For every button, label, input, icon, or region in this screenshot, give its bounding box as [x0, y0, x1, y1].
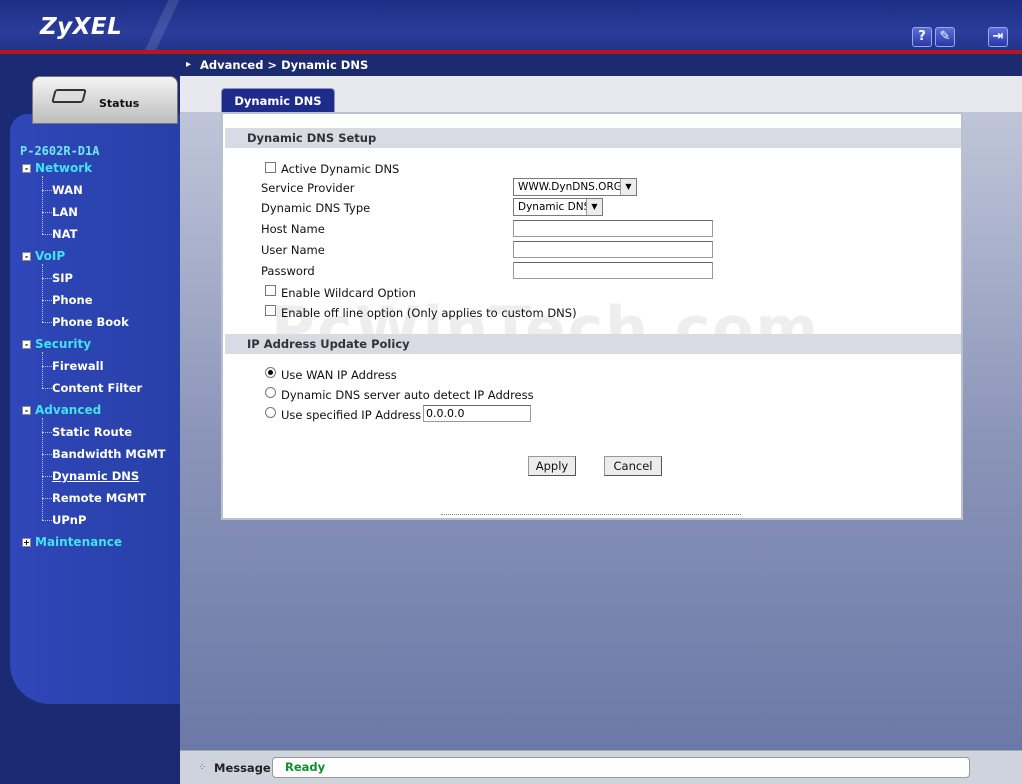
tree-tick	[42, 388, 52, 389]
sidebar-item-phone-book[interactable]: Phone Book	[52, 315, 129, 329]
message-box: Ready	[272, 757, 970, 778]
tree-tick	[42, 520, 52, 521]
collapse-icon[interactable]: -	[22, 340, 31, 349]
nav-group-label: Advanced	[35, 403, 102, 417]
user-name-input[interactable]	[513, 241, 713, 258]
specified-ip-label: Use specified IP Address	[281, 408, 422, 422]
nav-group-label: Security	[35, 337, 92, 351]
offline-checkbox[interactable]	[265, 305, 276, 316]
sidebar-item-wan[interactable]: WAN	[52, 183, 83, 197]
nav-group-voip[interactable]: - VoIP	[22, 249, 65, 263]
sidebar-item-bandwidth-mgmt[interactable]: Bandwidth MGMT	[52, 447, 166, 461]
nav-group-advanced[interactable]: - Advanced	[22, 403, 101, 417]
logout-icon[interactable]: ⇥	[988, 27, 1008, 47]
sidebar-item-static-route[interactable]: Static Route	[52, 425, 132, 439]
breadcrumb: Advanced > Dynamic DNS	[200, 58, 369, 72]
expand-icon[interactable]: +	[22, 538, 31, 547]
wizard-icon[interactable]: ✎	[935, 27, 955, 47]
nav-group-network[interactable]: - Network	[22, 161, 92, 175]
tree-tick	[42, 278, 52, 279]
host-name-input[interactable]	[513, 220, 713, 237]
collapse-icon[interactable]: -	[22, 252, 31, 261]
breadcrumb-bar: ▸ Advanced > Dynamic DNS	[180, 54, 1022, 76]
service-provider-value: WWW.DynDNS.ORG	[518, 181, 622, 193]
ddns-type-select[interactable]: Dynamic DNS ▼	[513, 198, 603, 216]
active-ddns-label: Active Dynamic DNS	[281, 162, 400, 176]
collapse-icon[interactable]: -	[22, 164, 31, 173]
sidebar-item-upnp[interactable]: UPnP	[52, 513, 86, 527]
section-header-policy: IP Address Update Policy	[225, 334, 961, 354]
sidebar-item-firewall[interactable]: Firewall	[52, 359, 104, 373]
tree-tick	[42, 454, 52, 455]
message-icon: ⁘	[198, 762, 207, 773]
nav-group-label: Network	[35, 161, 93, 175]
sidebar-item-content-filter[interactable]: Content Filter	[52, 381, 142, 395]
nav-group-security[interactable]: - Security	[22, 337, 91, 351]
tree-tick	[42, 300, 52, 301]
auto-detect-label: Dynamic DNS server auto detect IP Addres…	[281, 388, 534, 402]
offline-label: Enable off line option (Only applies to …	[281, 306, 577, 320]
nav-group-label: VoIP	[35, 249, 66, 263]
status-bar: ⁘ Message Ready	[180, 750, 1022, 784]
help-icon[interactable]: ?	[912, 27, 932, 47]
chevron-down-icon: ▼	[586, 199, 602, 215]
sidebar-item-lan[interactable]: LAN	[52, 205, 78, 219]
nav-group-label: Maintenance	[35, 535, 123, 549]
status-label: Status	[99, 97, 140, 110]
specified-ip-input[interactable]: 0.0.0.0	[423, 405, 531, 422]
tree-tick	[42, 476, 52, 477]
divider	[441, 514, 741, 515]
status-tab[interactable]: Status	[32, 76, 178, 124]
tree-line	[42, 264, 43, 322]
tree-tick	[42, 432, 52, 433]
content-panel: PcWinTech.com Dynamic DNS Setup Active D…	[221, 112, 963, 520]
header-bar: ZyXEL ? ✎ ⇥	[0, 0, 1022, 52]
service-provider-select[interactable]: WWW.DynDNS.ORG ▼	[513, 178, 637, 196]
sidebar-item-nat[interactable]: NAT	[52, 227, 77, 241]
password-input[interactable]	[513, 262, 713, 279]
sidebar-item-sip[interactable]: SIP	[52, 271, 73, 285]
sidebar-item-remote-mgmt[interactable]: Remote MGMT	[52, 491, 146, 505]
tree-line	[42, 176, 43, 234]
specified-ip-radio[interactable]	[265, 407, 276, 418]
auto-detect-radio[interactable]	[265, 387, 276, 398]
logo-decoration	[130, 0, 190, 52]
collapse-icon[interactable]: -	[22, 406, 31, 415]
tree-tick	[42, 498, 52, 499]
wan-ip-radio[interactable]	[265, 367, 276, 378]
zyxel-logo: ZyXEL	[40, 14, 123, 40]
tree-tick	[42, 322, 52, 323]
tree-tick	[42, 212, 52, 213]
tree-tick	[42, 234, 52, 235]
ddns-type-value: Dynamic DNS	[518, 201, 591, 213]
ddns-type-label: Dynamic DNS Type	[261, 201, 371, 215]
password-label: Password	[261, 264, 315, 278]
tree-line	[42, 352, 43, 388]
tab-dynamic-dns[interactable]: Dynamic DNS	[221, 88, 335, 112]
wildcard-label: Enable Wildcard Option	[281, 286, 416, 300]
wildcard-checkbox[interactable]	[265, 285, 276, 296]
tree-tick	[42, 366, 52, 367]
sidebar-item-phone[interactable]: Phone	[52, 293, 93, 307]
nav-group-maintenance[interactable]: + Maintenance	[22, 535, 122, 549]
wan-ip-label: Use WAN IP Address	[281, 368, 397, 382]
device-model: P-2602R-D1A	[20, 144, 100, 158]
breadcrumb-arrow-icon: ▸	[186, 59, 192, 70]
active-ddns-checkbox[interactable]	[265, 162, 276, 173]
service-provider-label: Service Provider	[261, 181, 355, 195]
section-header-setup: Dynamic DNS Setup	[225, 128, 961, 148]
message-label: Message	[214, 761, 271, 775]
tree-line	[42, 418, 43, 520]
chevron-down-icon: ▼	[620, 179, 636, 195]
sidebar-item-dynamic-dns[interactable]: Dynamic DNS	[52, 469, 139, 483]
cancel-button[interactable]: Cancel	[604, 456, 662, 476]
host-name-label: Host Name	[261, 222, 325, 236]
tree-tick	[42, 190, 52, 191]
main-area: ▸ Advanced > Dynamic DNS Dynamic DNS PcW…	[180, 54, 1022, 750]
apply-button[interactable]: Apply	[528, 456, 576, 476]
router-icon	[51, 89, 87, 103]
user-name-label: User Name	[261, 243, 325, 257]
